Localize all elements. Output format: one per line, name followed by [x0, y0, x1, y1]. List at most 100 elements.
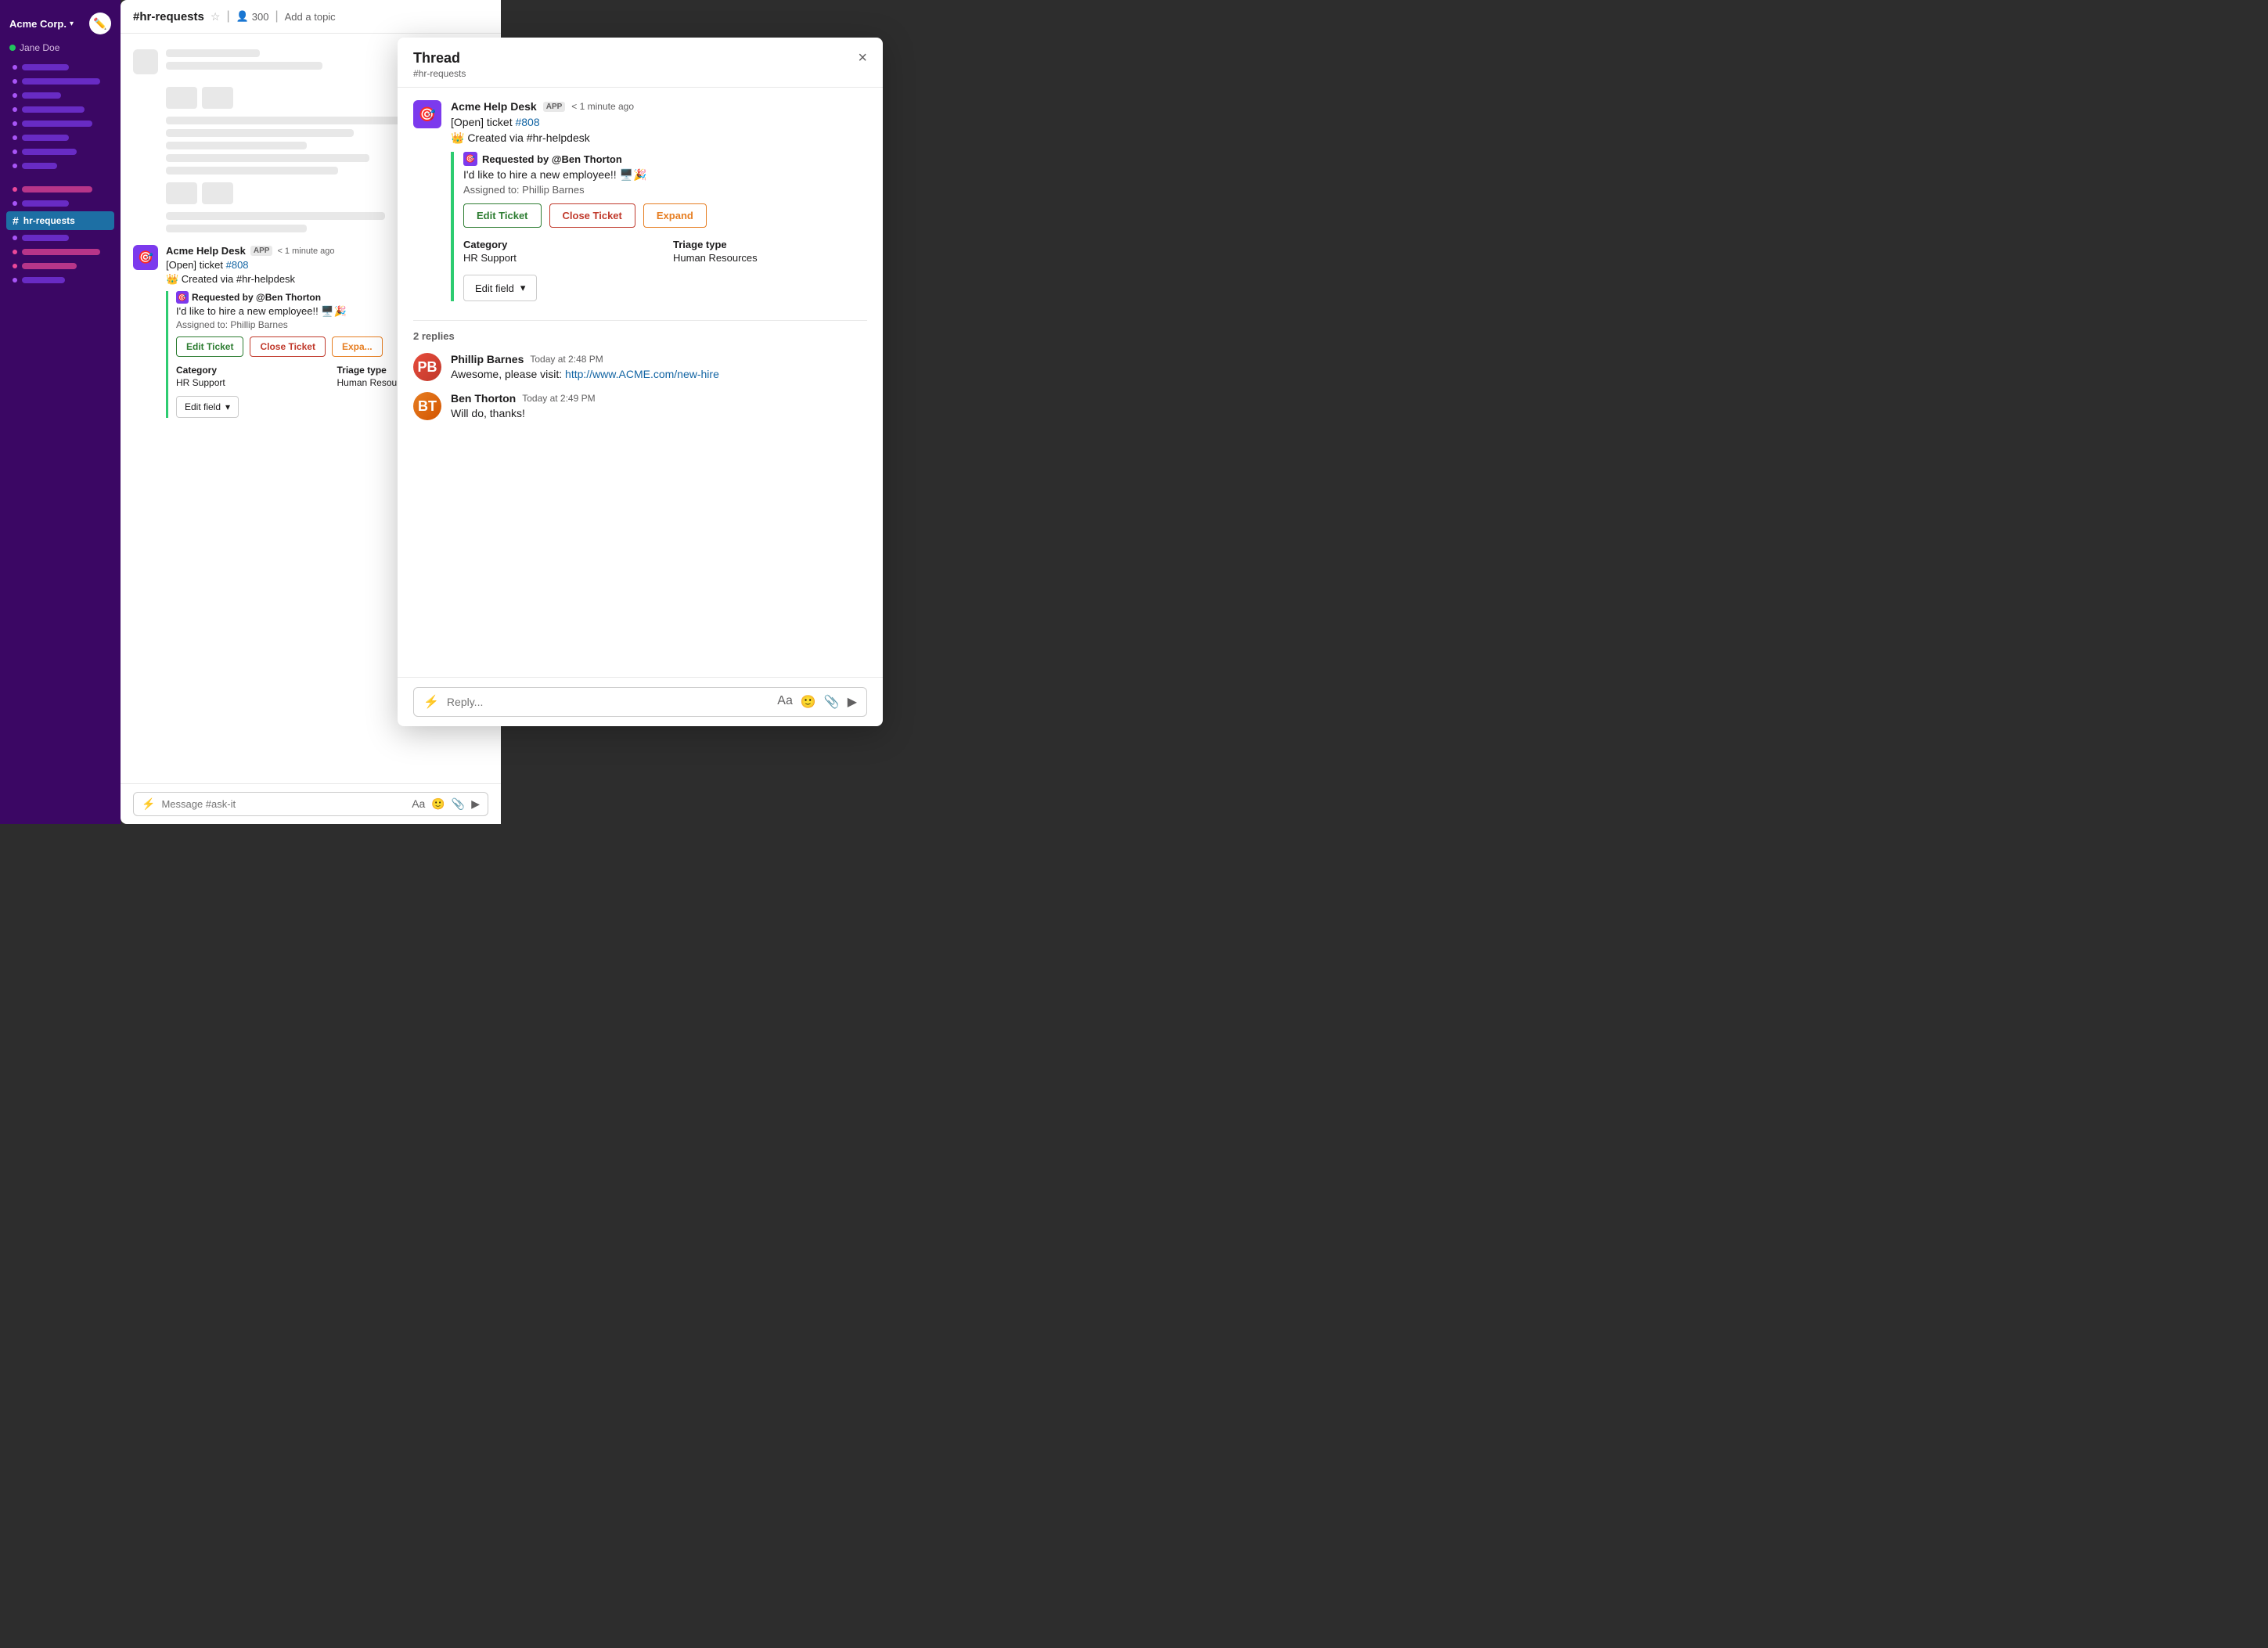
thread-fields-grid: Category HR Support Triage type Human Re… [463, 239, 867, 264]
thread-footer: ⚡ Aa 🙂 📎 ▶ [398, 677, 883, 726]
sidebar-item-bottom-5[interactable] [6, 260, 114, 272]
skeleton-line [166, 225, 307, 232]
thread-expand-button[interactable]: Expand [643, 203, 707, 228]
user-name: Jane Doe [20, 42, 59, 53]
edit-ticket-button[interactable]: Edit Ticket [176, 336, 243, 357]
thread-original-message: 🎯 Acme Help Desk APP < 1 minute ago [Ope… [413, 100, 867, 308]
skeleton-btn [202, 87, 233, 109]
channel-footer: ⚡ Aa 🙂 📎 ▶ [121, 783, 501, 824]
reply-1-body: Phillip Barnes Today at 2:48 PM Awesome,… [451, 353, 719, 381]
thread-emoji-icon[interactable]: 🙂 [801, 694, 816, 710]
sidebar-dot [13, 93, 17, 98]
sidebar-item-label [22, 235, 69, 241]
sidebar-item-6[interactable] [6, 131, 114, 144]
thread-edit-ticket-button[interactable]: Edit Ticket [463, 203, 542, 228]
chevron-down-icon: ▾ [225, 401, 230, 412]
chevron-down-icon: ▾ [520, 282, 526, 294]
thread-divider [413, 320, 867, 321]
emoji-icon[interactable]: 🙂 [431, 797, 445, 811]
reply-2-body: Ben Thorton Today at 2:49 PM Will do, th… [451, 392, 596, 420]
thread-category-label: Category [463, 239, 657, 250]
thread-action-buttons: Edit Ticket Close Ticket Expand [463, 203, 867, 228]
sidebar-item-5[interactable] [6, 117, 114, 130]
sidebar-dot [13, 250, 17, 254]
category-value: HR Support [176, 377, 328, 388]
input-actions: Aa 🙂 📎 ▶ [412, 797, 480, 811]
thread-lightning-icon: ⚡ [423, 694, 439, 710]
sidebar-item-2[interactable] [6, 75, 114, 88]
close-ticket-button[interactable]: Close Ticket [250, 336, 325, 357]
sidebar-workspace[interactable]: Acme Corp. ▾ [9, 18, 74, 30]
thread-message-header: Acme Help Desk APP < 1 minute ago [451, 100, 867, 113]
sidebar: Acme Corp. ▾ ✏️ Jane Doe [0, 0, 121, 824]
thread-font-icon[interactable]: Aa [777, 694, 793, 710]
skeleton-line [166, 62, 322, 70]
send-icon[interactable]: ▶ [471, 797, 480, 811]
sidebar-item-label [22, 78, 100, 85]
skeleton-line [166, 117, 401, 124]
sidebar-dot [13, 201, 17, 206]
thread-quote-avatar: 🎯 [463, 152, 477, 166]
sidebar-item-4[interactable] [6, 103, 114, 116]
reply-2-time: Today at 2:49 PM [522, 393, 595, 404]
category-label: Category [176, 365, 328, 376]
skeleton-line [166, 212, 385, 220]
thread-reply-wrapper: ⚡ Aa 🙂 📎 ▶ [413, 687, 867, 717]
thread-close-button[interactable]: × [858, 50, 867, 66]
thread-ticket-link[interactable]: #808 [515, 116, 539, 128]
thread-panel: Thread #hr-requests × 🎯 Acme Help Desk A… [398, 38, 883, 726]
thread-send-icon[interactable]: ▶ [848, 694, 857, 710]
attachment-icon[interactable]: 📎 [452, 797, 465, 811]
thread-category-section: Category HR Support [463, 239, 657, 264]
message-time: < 1 minute ago [277, 246, 334, 256]
reply-1-time: Today at 2:48 PM [530, 354, 603, 365]
sidebar-item-bottom-1[interactable] [6, 183, 114, 196]
reply-1-link[interactable]: http://www.ACME.com/new-hire [565, 368, 719, 380]
sidebar-item-8[interactable] [6, 160, 114, 172]
thread-reply-input[interactable] [447, 696, 769, 708]
sidebar-item-1[interactable] [6, 61, 114, 74]
star-icon[interactable]: ☆ [211, 10, 221, 23]
lightning-icon: ⚡ [142, 797, 155, 811]
thread-attachment-icon[interactable]: 📎 [824, 694, 840, 710]
edit-field-button[interactable]: Edit field ▾ [176, 396, 239, 418]
add-topic-link[interactable]: Add a topic [285, 11, 336, 23]
sidebar-user: Jane Doe [0, 41, 121, 61]
font-icon[interactable]: Aa [412, 797, 425, 811]
thread-triage-section: Triage type Human Resources [673, 239, 867, 264]
sidebar-item-bottom-4[interactable] [6, 246, 114, 258]
thread-message-avatar: 🎯 [413, 100, 441, 128]
message-input[interactable] [161, 798, 405, 810]
ticket-link[interactable]: #808 [226, 259, 249, 271]
thread-content: 🎯 Acme Help Desk APP < 1 minute ago [Ope… [398, 88, 883, 677]
quote-avatar: 🎯 [176, 291, 189, 304]
sidebar-item-label [22, 135, 69, 141]
thread-triage-label: Triage type [673, 239, 867, 250]
sidebar-item-bottom-2[interactable] [6, 197, 114, 210]
expand-button[interactable]: Expa... [332, 336, 383, 357]
member-count[interactable]: 👤 300 [236, 10, 269, 23]
sidebar-item-bottom-6[interactable] [6, 274, 114, 286]
skeleton-line [166, 154, 369, 162]
reply-avatar-ben: BT [413, 392, 441, 420]
reply-1-text: Awesome, please visit: http://www.ACME.c… [451, 368, 719, 380]
thread-quote-text: I'd like to hire a new employee!! 🖥️🎉 [463, 168, 867, 182]
sidebar-item-3[interactable] [6, 89, 114, 102]
active-channel-label: hr-requests [23, 215, 75, 226]
workspace-name: Acme Corp. [9, 18, 67, 30]
thread-open-ticket: [Open] ticket #808 [451, 115, 867, 131]
thread-quote: 🎯 Requested by @Ben Thorton I'd like to … [451, 152, 867, 301]
reply-2-header: Ben Thorton Today at 2:49 PM [451, 392, 596, 405]
app-badge: APP [250, 246, 273, 256]
sidebar-nav: # hr-requests [0, 61, 121, 286]
compose-button[interactable]: ✏️ [89, 13, 111, 34]
thread-edit-field-button[interactable]: Edit field ▾ [463, 275, 537, 301]
sidebar-item-bottom-3[interactable] [6, 232, 114, 244]
sidebar-item-hr-requests[interactable]: # hr-requests [6, 211, 114, 230]
thread-close-ticket-button[interactable]: Close Ticket [549, 203, 635, 228]
sidebar-item-label [22, 249, 100, 255]
sidebar-item-7[interactable] [6, 146, 114, 158]
sidebar-header: Acme Corp. ▾ ✏️ [0, 9, 121, 41]
skeleton-btn [166, 182, 197, 204]
sidebar-item-label [22, 64, 69, 70]
